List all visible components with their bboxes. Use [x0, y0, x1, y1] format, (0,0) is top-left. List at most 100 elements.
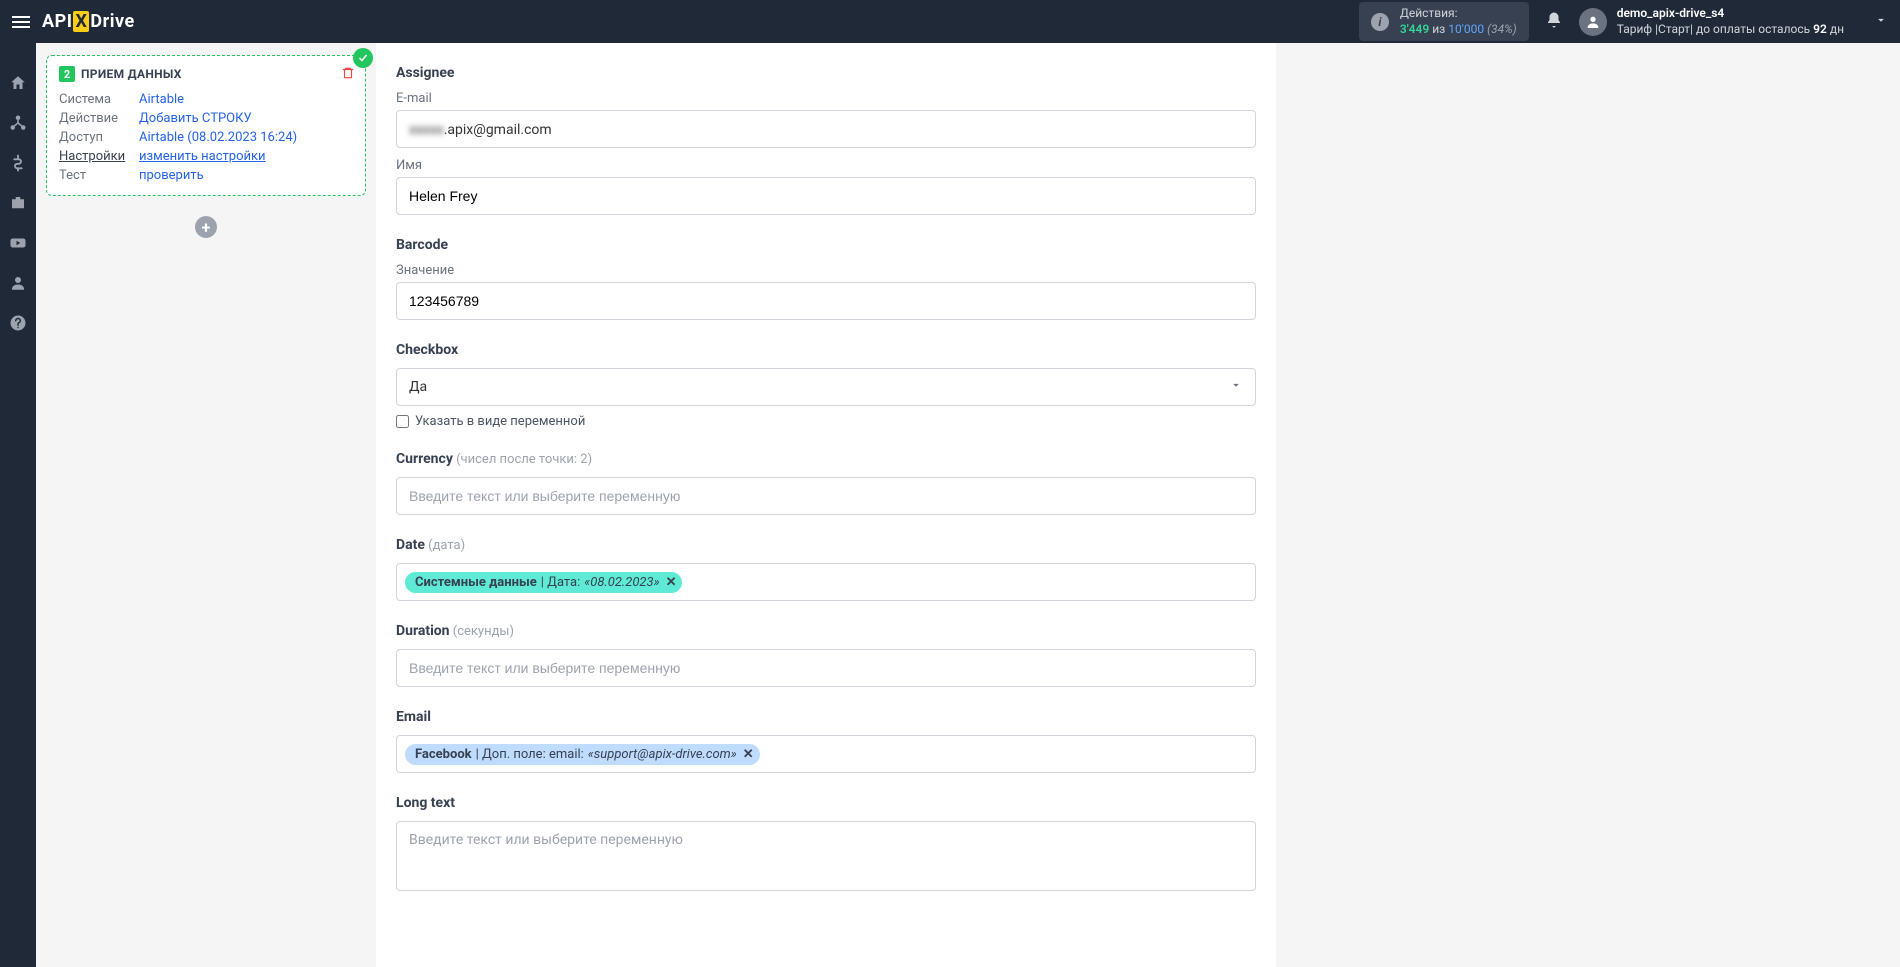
- card-value-action[interactable]: Добавить СТРОКУ: [139, 111, 252, 126]
- longtext-group: Long text Введите текст или выберите пер…: [396, 795, 1256, 891]
- home-icon[interactable]: [8, 73, 28, 93]
- barcode-input[interactable]: [396, 282, 1256, 320]
- card-row-access: Доступ Airtable (08.02.2023 16:24): [59, 128, 353, 147]
- actions-counter[interactable]: i Действия: 3'449 из 10'000 (34%): [1359, 2, 1529, 41]
- card-row-system: Система Airtable: [59, 90, 353, 109]
- name-input[interactable]: [396, 177, 1256, 215]
- user-name: demo_apix-drive_s4: [1617, 6, 1844, 22]
- barcode-group: Barcode Значение: [396, 237, 1256, 320]
- logo-text-api: API: [42, 11, 72, 32]
- barcode-label: Barcode: [396, 237, 1256, 253]
- longtext-label: Long text: [396, 795, 1256, 811]
- duration-input[interactable]: [396, 649, 1256, 687]
- checkbox-select[interactable]: Да: [396, 368, 1256, 406]
- user-icon[interactable]: [8, 273, 28, 293]
- info-icon: i: [1371, 13, 1389, 31]
- assignee-group: Assignee E-mail xxxxx.apix@gmail.com Имя: [396, 65, 1256, 215]
- card-label-action: Действие: [59, 111, 139, 126]
- card-title: ПРИЕМ ДАННЫХ: [81, 67, 182, 81]
- main-panel: Assignee E-mail xxxxx.apix@gmail.com Имя…: [376, 43, 1276, 967]
- chip-close-icon[interactable]: ✕: [666, 575, 677, 590]
- actions-current: 3'449: [1400, 22, 1429, 36]
- actions-total: 10'000: [1448, 22, 1484, 36]
- assignee-label: Assignee: [396, 65, 1256, 81]
- currency-input[interactable]: [396, 477, 1256, 515]
- card-row-settings: Настройки изменить настройки: [59, 147, 353, 166]
- barcode-sublabel: Значение: [396, 263, 1256, 278]
- checkbox-group: Checkbox Да Указать в виде переменной: [396, 342, 1256, 429]
- card-badge: 2: [59, 66, 75, 82]
- chip-close-icon[interactable]: ✕: [743, 747, 754, 762]
- logo-text-drive: Drive: [90, 11, 134, 32]
- menu-icon[interactable]: [12, 16, 30, 28]
- briefcase-icon[interactable]: [8, 193, 28, 213]
- actions-sep: из: [1432, 22, 1445, 36]
- chevron-down-icon: [1229, 378, 1243, 396]
- chip-value: «support@apix-drive.com»: [588, 747, 737, 762]
- youtube-icon[interactable]: [8, 233, 28, 253]
- card-label-settings: Настройки: [59, 149, 139, 164]
- billing-icon[interactable]: [8, 153, 28, 173]
- card-label-access: Доступ: [59, 130, 139, 145]
- logo-text-x: X: [73, 11, 89, 32]
- duration-label: Duration (секунды): [396, 623, 1256, 639]
- user-menu[interactable]: demo_apix-drive_s4 Тариф |Старт| до опла…: [1579, 6, 1888, 37]
- card-value-test[interactable]: проверить: [139, 168, 204, 183]
- actions-value: 3'449 из 10'000 (34%): [1400, 22, 1517, 38]
- chip-source: Системные данные: [415, 575, 537, 590]
- email-visible-part: .apix@gmail.com: [444, 122, 552, 138]
- help-icon[interactable]: [8, 313, 28, 333]
- email-field-label: Email: [396, 709, 1256, 725]
- trash-icon[interactable]: [341, 66, 355, 84]
- currency-group: Currency (чисел после точки: 2): [396, 451, 1256, 515]
- date-chip[interactable]: Системные данные | Дата: «08.02.2023» ✕: [405, 572, 682, 593]
- left-panel: 2 ПРИЕМ ДАННЫХ Система Airtable Действие…: [36, 43, 376, 967]
- email-group: Email Facebook | Доп. поле: email: «supp…: [396, 709, 1256, 773]
- date-label: Date (дата): [396, 537, 1256, 553]
- sidebar: [0, 43, 36, 967]
- email-sublabel: E-mail: [396, 91, 1256, 106]
- card-label-test: Тест: [59, 168, 139, 183]
- checkbox-selected-value: Да: [409, 379, 427, 395]
- logo[interactable]: APIXDrive: [42, 11, 135, 32]
- bell-icon[interactable]: [1545, 11, 1563, 33]
- variable-checkbox-row[interactable]: Указать в виде переменной: [396, 414, 1256, 429]
- email-field-input[interactable]: Facebook | Доп. поле: email: «support@ap…: [396, 735, 1256, 773]
- date-group: Date (дата) Системные данные | Дата: «08…: [396, 537, 1256, 601]
- add-destination-button[interactable]: +: [195, 216, 217, 238]
- card-value-access[interactable]: Airtable (08.02.2023 16:24): [139, 130, 297, 145]
- date-input[interactable]: Системные данные | Дата: «08.02.2023» ✕: [396, 563, 1256, 601]
- avatar-icon: [1579, 8, 1607, 36]
- chevron-down-icon: [1874, 13, 1888, 31]
- variable-checkbox-label: Указать в виде переменной: [415, 414, 585, 429]
- user-info: demo_apix-drive_s4 Тариф |Старт| до опла…: [1617, 6, 1844, 37]
- check-icon: [353, 48, 373, 68]
- card-row-test: Тест проверить: [59, 166, 353, 185]
- card-header: 2 ПРИЕМ ДАННЫХ: [59, 66, 353, 82]
- currency-label: Currency (чисел после точки: 2): [396, 451, 1256, 467]
- email-blur-part: xxxxx: [409, 111, 444, 149]
- header: APIXDrive i Действия: 3'449 из 10'000 (3…: [0, 0, 1900, 43]
- actions-pct: (34%): [1487, 22, 1517, 36]
- chip-sep: | Доп. поле: email:: [476, 747, 584, 762]
- card-value-settings[interactable]: изменить настройки: [139, 149, 266, 164]
- name-sublabel: Имя: [396, 158, 1256, 173]
- connections-icon[interactable]: [8, 113, 28, 133]
- actions-label: Действия:: [1400, 6, 1517, 22]
- variable-checkbox[interactable]: [396, 415, 409, 428]
- checkbox-label: Checkbox: [396, 342, 1256, 358]
- chip-value: «08.02.2023»: [584, 575, 659, 590]
- header-left: APIXDrive: [12, 11, 135, 32]
- main-container: 2 ПРИЕМ ДАННЫХ Система Airtable Действие…: [36, 43, 1900, 967]
- chip-source: Facebook: [415, 747, 472, 762]
- user-tariff: Тариф |Старт| до оплаты осталось 92 дн: [1617, 22, 1844, 38]
- email-chip[interactable]: Facebook | Доп. поле: email: «support@ap…: [405, 744, 760, 765]
- card-value-system[interactable]: Airtable: [139, 92, 184, 107]
- header-right: i Действия: 3'449 из 10'000 (34%) demo_a…: [1359, 2, 1888, 41]
- destination-card[interactable]: 2 ПРИЕМ ДАННЫХ Система Airtable Действие…: [46, 55, 366, 196]
- duration-group: Duration (секунды): [396, 623, 1256, 687]
- email-input[interactable]: xxxxx.apix@gmail.com: [396, 110, 1256, 148]
- chip-sep: | Дата:: [541, 575, 581, 590]
- longtext-input[interactable]: Введите текст или выберите переменную: [396, 821, 1256, 891]
- card-row-action: Действие Добавить СТРОКУ: [59, 109, 353, 128]
